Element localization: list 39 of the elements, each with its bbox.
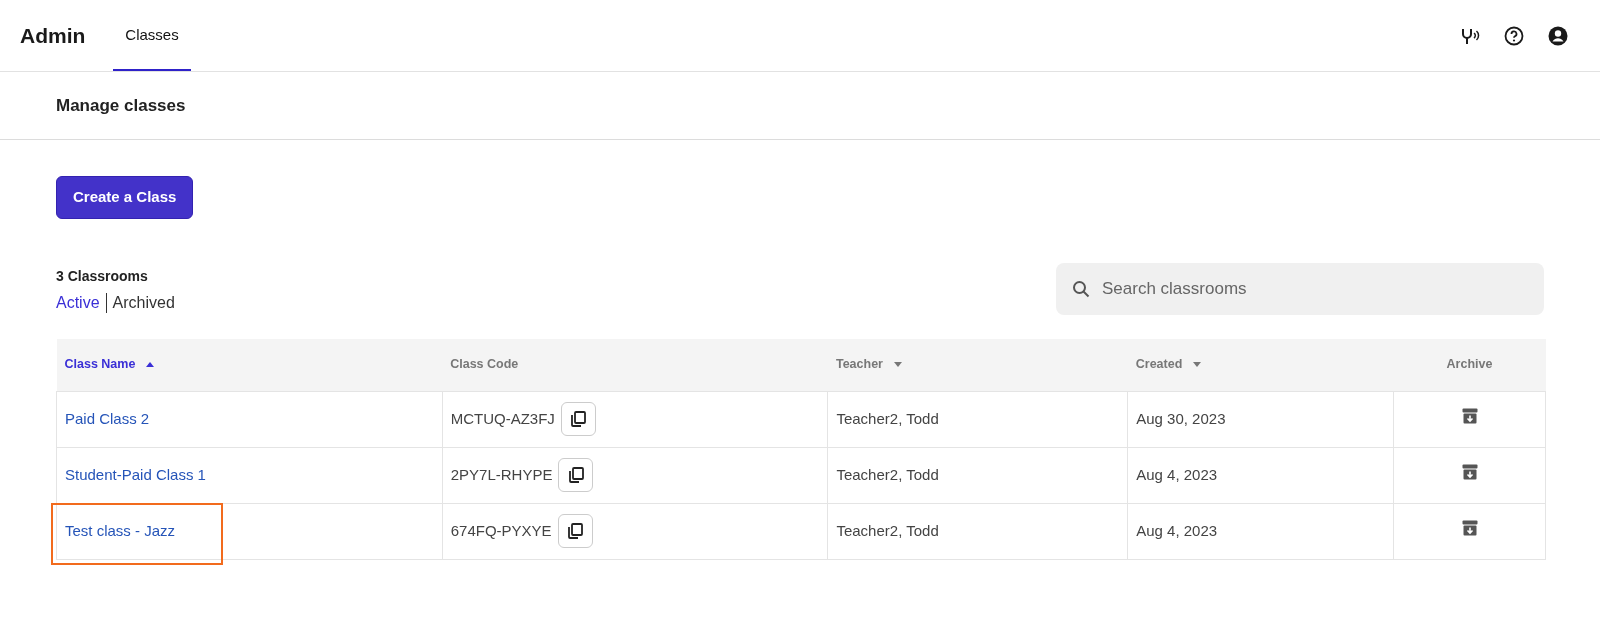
copy-button[interactable] [557,514,593,548]
page-title: Manage classes [56,94,186,117]
nav-tab[interactable]: Classes [113,0,191,71]
copy-icon [566,466,585,484]
class-name-link[interactable]: Paid Class 2 [65,409,150,427]
copy-button[interactable] [558,458,594,492]
copy-icon [566,522,585,540]
app-title: Admin [20,22,86,49]
search-field[interactable]: Search classrooms [1056,263,1544,315]
column-header[interactable]: Archive [1446,355,1493,375]
class-name-link[interactable]: Student-Paid Class 1 [65,465,206,483]
class-code: MCTUQ-AZ3FJ [450,408,555,429]
created-date: Aug 4, 2023 [1136,465,1218,483]
class-name-link[interactable]: Test class - Jazz [65,521,176,539]
teacher-name: Teacher2, Todd [836,409,939,427]
class-code: 2PY7L-RHYPE [450,464,553,485]
created-date: Aug 30, 2023 [1136,409,1226,427]
sort-up-icon[interactable] [145,360,156,370]
archive-button[interactable] [1460,462,1479,481]
copy-icon [569,410,588,428]
create-class-button[interactable]: Create a Class [56,176,194,219]
filter-link[interactable]: Archived [112,291,175,315]
filter-link[interactable]: Active [56,291,100,315]
created-date: Aug 4, 2023 [1136,521,1218,539]
account-icon[interactable] [1548,25,1568,46]
archive-button[interactable] [1460,518,1479,537]
column-header[interactable]: Created [1135,355,1183,375]
classroom-count: 3 Classrooms [56,267,149,286]
teacher-name: Teacher2, Todd [836,521,939,539]
copy-button[interactable] [560,402,596,436]
help-icon[interactable] [1504,25,1524,46]
column-header[interactable]: Teacher [835,355,883,375]
class-code: 674FQ-PYXYE [450,520,552,541]
archive-button[interactable] [1460,406,1479,425]
column-header[interactable]: Class Name [64,355,136,375]
search-input[interactable]: Search classrooms [1102,276,1528,302]
search-icon [1072,280,1090,298]
column-header[interactable]: Class Code [450,355,519,375]
teacher-name: Teacher2, Todd [836,465,939,483]
